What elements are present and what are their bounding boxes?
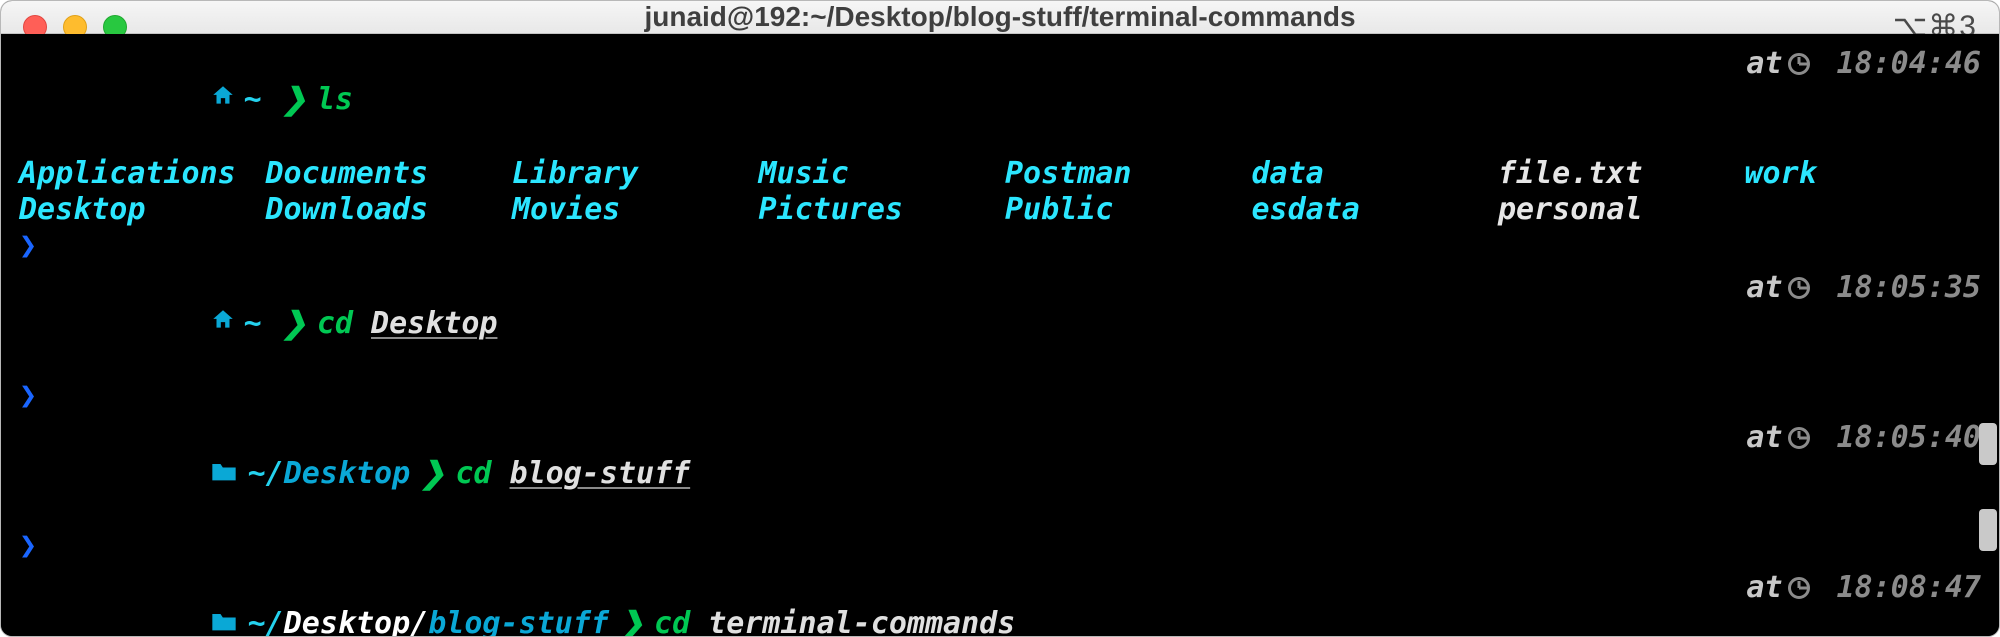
- list-item: Library: [512, 156, 749, 192]
- titlebar[interactable]: junaid@192:~/Desktop/blog-stuff/terminal…: [1, 1, 1999, 34]
- path-segment: Desktop: [284, 606, 410, 637]
- prompt-line: ~ ❯ cd Desktop at 18:05:35: [19, 270, 1981, 378]
- path-separator: /: [410, 606, 428, 637]
- command-arg: blog-stuff: [510, 456, 691, 492]
- path-segment: blog-stuff: [428, 606, 609, 637]
- list-item: personal: [1498, 192, 1735, 228]
- list-item: esdata: [1252, 192, 1489, 228]
- path-segment: Desktop: [284, 456, 410, 492]
- timestamp-at: at: [1746, 570, 1782, 606]
- ls-output: Applications Documents Library Music Pos…: [19, 156, 1981, 228]
- terminal-body[interactable]: ~ ❯ ls at 18:04:46 Applications Document…: [1, 34, 1999, 637]
- list-item: Downloads: [266, 192, 503, 228]
- list-item: Applications: [19, 156, 256, 192]
- clock-icon: [1788, 53, 1810, 75]
- timestamp-at: at: [1746, 46, 1782, 82]
- timestamp-value: 18:05:40: [1818, 420, 1981, 456]
- list-item: Postman: [1005, 156, 1242, 192]
- path-tilde: ~: [244, 82, 262, 118]
- list-item: Desktop: [19, 192, 256, 228]
- prompt-line: ~/ Desktop ❯ cd blog-stuff at 18:05:40: [19, 420, 1981, 528]
- prompt-line: ~/ Desktop / blog-stuff ❯ cd terminal-co…: [19, 570, 1981, 637]
- scrollbar[interactable]: [1977, 53, 1999, 636]
- folder-icon: [29, 570, 238, 637]
- command-arg: terminal-commands: [708, 606, 1015, 637]
- continuation-icon: ❯: [19, 228, 37, 263]
- list-item: work: [1745, 156, 1982, 192]
- timestamp: at 18:05:35: [1746, 270, 1981, 306]
- command-text: cd: [455, 456, 509, 492]
- prompt-chevron-icon: ❯: [282, 82, 307, 118]
- clock-icon: [1788, 577, 1810, 599]
- timestamp: at 18:04:46: [1746, 46, 1981, 82]
- command-text: cd: [317, 306, 371, 342]
- timestamp: at 18:08:47: [1746, 570, 1981, 606]
- list-item: Pictures: [759, 192, 996, 228]
- timestamp-value: 18:05:35: [1818, 270, 1981, 306]
- prompt-chevron-icon: ❯: [420, 456, 445, 492]
- home-icon: [29, 46, 236, 154]
- timestamp-value: 18:08:47: [1818, 570, 1981, 606]
- list-item: Music: [759, 156, 996, 192]
- continuation-icon: ❯: [19, 528, 37, 563]
- clock-icon: [1788, 277, 1810, 299]
- scrollbar-thumb[interactable]: [1979, 509, 1997, 551]
- prompt-chevron-icon: ❯: [282, 306, 307, 342]
- timestamp-at: at: [1746, 420, 1782, 456]
- list-item: Public: [1005, 192, 1242, 228]
- prompt-line: ~ ❯ ls at 18:04:46: [19, 46, 1981, 154]
- list-item: Documents: [266, 156, 503, 192]
- scrollbar-thumb[interactable]: [1979, 423, 1997, 465]
- home-icon: [29, 270, 236, 378]
- path-tilde: ~/: [248, 606, 284, 637]
- window-title: junaid@192:~/Desktop/blog-stuff/terminal…: [1, 1, 1999, 33]
- command-text: cd: [654, 606, 708, 637]
- list-item: data: [1252, 156, 1489, 192]
- terminal-window: junaid@192:~/Desktop/blog-stuff/terminal…: [0, 0, 2000, 637]
- clock-icon: [1788, 427, 1810, 449]
- command-text: ls: [317, 82, 353, 118]
- list-item: file.txt: [1498, 156, 1735, 192]
- command-arg: Desktop: [371, 306, 497, 342]
- continuation-icon: ❯: [19, 378, 37, 413]
- folder-icon: [29, 420, 238, 528]
- path-tilde: ~/: [248, 456, 284, 492]
- prompt-chevron-icon: ❯: [619, 606, 644, 637]
- timestamp: at 18:05:40: [1746, 420, 1981, 456]
- path-tilde: ~: [244, 306, 262, 342]
- list-item: [1745, 192, 1982, 228]
- timestamp-value: 18:04:46: [1818, 46, 1981, 82]
- timestamp-at: at: [1746, 270, 1782, 306]
- list-item: Movies: [512, 192, 749, 228]
